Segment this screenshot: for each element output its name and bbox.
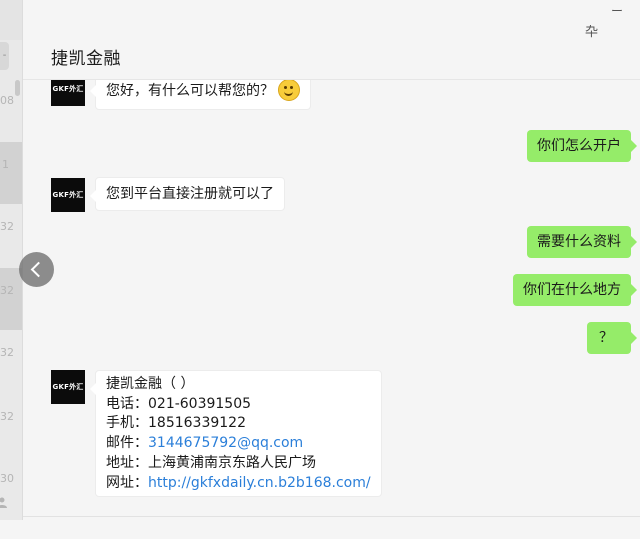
message-text: 您好，有什么可以帮您的？ [106,83,274,99]
message-bubble[interactable]: 您到平台直接注册就可以了 [90,177,285,211]
sidebar-number: 32 [0,410,14,423]
website-link[interactable]: http://gkfxdaily.cn.b2b168.com/ [148,475,371,491]
minimize-button[interactable]: ー [611,5,623,17]
message-input-area[interactable] [23,516,640,539]
message-outgoing[interactable]: 你们在什么地方 [513,274,637,306]
message-text: 你们怎么开户 [537,138,621,154]
sidebar-strip: - 08 1 32 32 32 32 30 [0,0,23,520]
message-outgoing[interactable]: 需要什么资料 [527,226,637,258]
sidebar-number: 32 [0,220,14,233]
smile-icon [278,80,300,101]
message-text: ？ [599,330,613,346]
message-text: 您到平台直接注册就可以了 [106,186,274,202]
message-outgoing[interactable]: ？ [587,322,637,354]
email-link[interactable]: 3144675792@qq.com [148,435,303,451]
card-address: 地址：上海黄浦南京东路人民广场 [106,454,316,471]
card-name: 捷凯金融（ ） [106,376,195,392]
chat-title: 捷凯金融 [51,49,121,69]
message-text: 需要什么资料 [537,234,621,250]
message-bubble[interactable]: 您好，有什么可以帮您的？ [90,80,311,110]
message-text: 你们在什么地方 [523,282,621,298]
contact-card-bubble[interactable]: 捷凯金融（ ） 电话：021-60391505 手机：18516339122 邮… [90,370,382,498]
sidebar-shade [0,268,22,330]
sidebar-number: 32 [0,346,14,359]
chat-header: 捷凯金融 ー 卆 [23,0,640,80]
card-phone: 电话：021-60391505 [106,395,252,412]
sidebar-number: 32 [0,284,14,297]
contact-avatar[interactable]: GKF外汇 [51,370,85,404]
sidebar-scrollbar[interactable] [15,80,20,96]
card-mail: 邮件：3144675792@qq.com [106,435,304,452]
contact-avatar[interactable]: GKF外汇 [51,178,85,212]
message-outgoing[interactable]: 你们怎么开户 [527,130,637,162]
card-mobile: 手机：18516339122 [106,415,246,432]
sidebar-number: 1 [2,158,9,171]
mobile-number[interactable]: 18516339122 [148,415,246,431]
person-icon [0,496,8,508]
contact-avatar[interactable]: GKF外汇 [51,80,85,106]
sidebar-shade [0,142,22,204]
sidebar-shade [0,0,22,40]
pin-window-button[interactable]: 卆 [585,26,598,39]
sidebar-number: 08 [0,94,14,107]
chevron-left-icon[interactable] [19,252,54,287]
chat-history[interactable]: GKF外汇 您好，有什么可以帮您的？ 你们怎么开户 GKF外汇 您到平台直接注册… [23,80,640,516]
card-website: 网址：http://gkfxdaily.cn.b2b168.com/ [106,474,371,491]
sidebar-collapse-tab[interactable]: - [0,42,9,70]
sidebar-number: 30 [0,472,14,485]
